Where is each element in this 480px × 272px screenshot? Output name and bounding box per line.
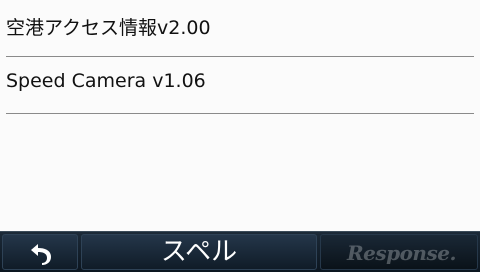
back-button[interactable] <box>2 234 78 270</box>
spell-button[interactable]: スペル <box>81 234 317 270</box>
list-item-label: 空港アクセス情報v2.00 <box>6 17 211 39</box>
list-item[interactable]: 空港アクセス情報v2.00 <box>0 0 480 57</box>
response-watermark: Response. <box>347 241 456 265</box>
list-item-label: Speed Camera v1.06 <box>6 70 206 92</box>
toolbar-right-slot: Response. <box>320 234 478 270</box>
divider <box>6 113 474 114</box>
map-list: 空港アクセス情報v2.00 Speed Camera v1.06 <box>0 0 480 114</box>
bottom-toolbar: スペル Response. <box>0 231 480 272</box>
back-arrow-icon <box>31 244 51 265</box>
list-item[interactable]: Speed Camera v1.06 <box>0 57 480 114</box>
